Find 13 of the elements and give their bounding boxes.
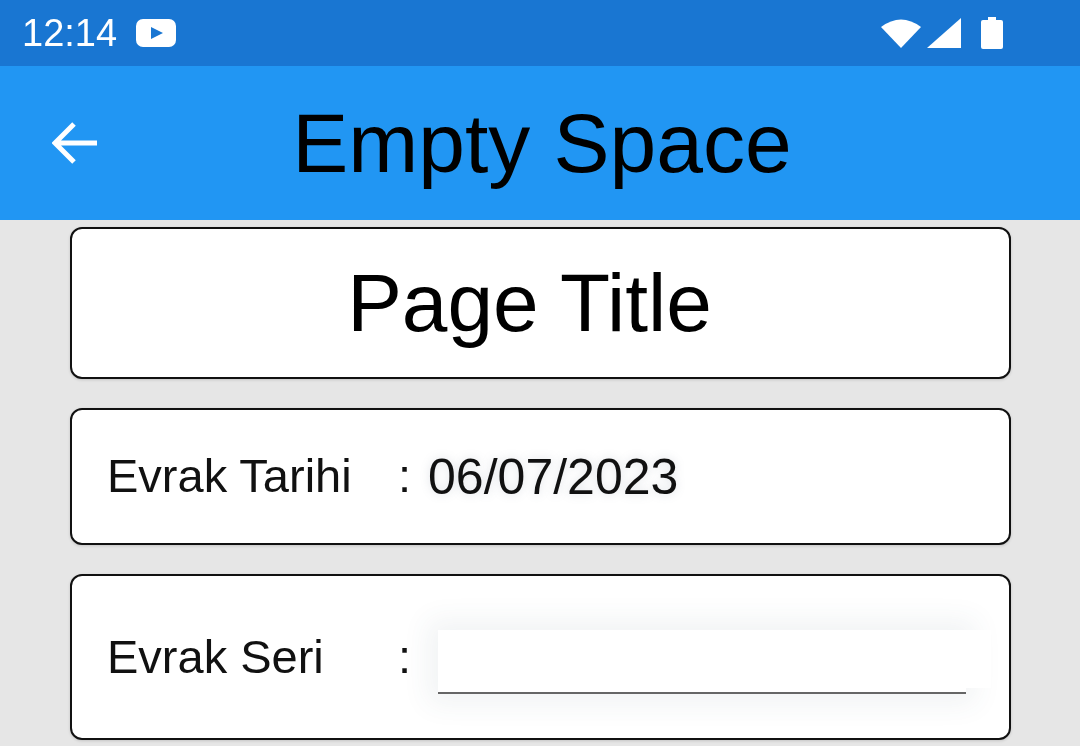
colon-separator: : [398, 628, 412, 685]
status-time: 12:14 [22, 14, 118, 52]
play-icon [136, 19, 177, 47]
battery-icon [981, 17, 1003, 49]
wifi-icon [881, 18, 921, 48]
field-label: Evrak Tarihi [107, 448, 353, 505]
app-bar-title: Empty Space [292, 96, 792, 190]
field-label: Evrak Seri [107, 628, 325, 685]
page-title: Page Title [347, 257, 712, 349]
back-arrow-icon [52, 121, 98, 165]
field-value: 06/07/2023 [428, 447, 679, 507]
signal-icon [927, 18, 961, 48]
colon-separator: : [398, 448, 412, 505]
